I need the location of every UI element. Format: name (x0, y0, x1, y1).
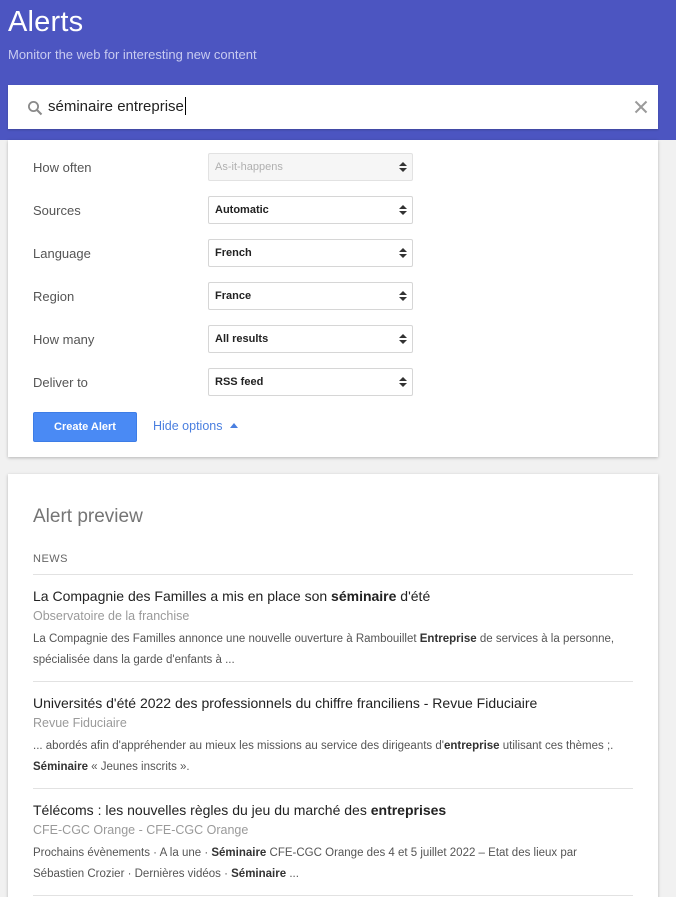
snippet-line: Séminaire « Jeunes inscrits ». (33, 757, 638, 778)
preview-title: Alert preview (33, 506, 143, 527)
divider (33, 788, 633, 789)
divider (33, 574, 633, 575)
text-run: La Compagnie des Familles a mis en place… (33, 588, 332, 604)
app-subtitle: Monitor the web for interesting new cont… (8, 47, 257, 62)
hide-options-label: Hide options (153, 419, 223, 433)
select-arrows-icon (399, 377, 407, 387)
highlight-term: Séminaire (33, 761, 88, 773)
result-item: Télécoms : les nouvelles règles du jeu d… (33, 802, 638, 885)
text-caret (184, 96, 186, 115)
create-alert-button[interactable]: Create Alert (33, 412, 137, 442)
how-often-value: As-it-happens (215, 161, 283, 173)
result-source: CFE-CGC Orange - CFE-CGC Orange (33, 823, 249, 837)
snippet-line: Prochains évènements · A la une · Sémina… (33, 843, 638, 864)
search-icon (28, 101, 43, 116)
snippet-line: Sébastien Crozier · Dernières vidéos · S… (33, 864, 638, 885)
text-run: « Jeunes inscrits ». (87, 761, 190, 773)
select-arrows-icon (399, 205, 407, 215)
text-run: Prochains évènements · A la une · (33, 847, 212, 859)
result-snippet: La Compagnie des Familles annonce une no… (33, 629, 638, 671)
deliver-to-value: RSS feed (215, 376, 264, 388)
result-source: Observatoire de la franchise (33, 609, 190, 623)
how-many-label: How many (33, 332, 95, 347)
select-arrows-icon (399, 291, 407, 301)
deliver-to-select[interactable]: RSS feed (208, 368, 413, 396)
deliver-to-label: Deliver to (33, 375, 88, 390)
language-value: French (215, 247, 252, 259)
alert-options-panel: How often As-it-happens Sources Automati… (8, 140, 658, 457)
sources-value: Automatic (215, 204, 269, 216)
close-icon[interactable] (634, 100, 648, 114)
highlight-term: Séminaire (211, 847, 267, 859)
divider (33, 681, 633, 682)
text-run: ... abordés afin d'appréhender au mieux … (33, 740, 444, 752)
highlight-term: séminaire (331, 588, 397, 604)
region-label: Region (33, 289, 75, 304)
result-title[interactable]: Télécoms : les nouvelles règles du jeu d… (33, 802, 638, 818)
result-item: La Compagnie des Familles a mis en place… (33, 588, 638, 671)
section-label-news: NEWS (33, 553, 68, 565)
search-input[interactable]: séminaire entreprise (48, 96, 186, 115)
text-run: utilisant ces thèmes ;. (499, 740, 614, 752)
highlight-term: entreprise (443, 740, 500, 752)
snippet-line: spécialisée dans la garde d'enfants à ..… (33, 650, 638, 671)
snippet-line: ... abordés afin d'appréhender au mieux … (33, 736, 638, 757)
region-value: France (215, 290, 252, 302)
highlight-term: Entreprise (419, 633, 477, 645)
region-select[interactable]: France (208, 282, 413, 310)
result-title[interactable]: Universités d'été 2022 des professionnel… (33, 695, 638, 711)
search-value: séminaire entreprise (48, 98, 184, 115)
highlight-term: Séminaire (231, 868, 287, 880)
result-snippet: Prochains évènements · A la une · Sémina… (33, 843, 638, 885)
highlight-term: entreprises (370, 802, 447, 818)
divider (33, 895, 633, 896)
text-run: spécialisée dans la garde d'enfants à ..… (33, 654, 235, 666)
text-run: La Compagnie des Familles annonce une no… (33, 633, 420, 645)
text-run: Télécoms : les nouvelles règles du jeu d… (33, 802, 371, 818)
search-box[interactable]: séminaire entreprise (8, 85, 658, 129)
alert-preview-panel: Alert preview NEWS La Compagnie des Fami… (8, 474, 658, 897)
how-many-select[interactable]: All results (208, 325, 413, 353)
result-snippet: ... abordés afin d'appréhender au mieux … (33, 736, 638, 778)
how-often-label: How often (33, 160, 92, 175)
text-run: d'été (396, 588, 431, 604)
text-run: Universités d'été 2022 des professionnel… (33, 695, 538, 711)
app-title: Alerts (8, 6, 84, 38)
text-run: Sébastien Crozier · Dernières vidéos · (33, 868, 232, 880)
language-label: Language (33, 246, 91, 261)
language-select[interactable]: French (208, 239, 413, 267)
result-source: Revue Fiduciaire (33, 716, 127, 730)
caret-up-icon (229, 423, 238, 429)
sources-label: Sources (33, 203, 81, 218)
text-run: de services à la personne, (476, 633, 615, 645)
snippet-line: La Compagnie des Familles annonce une no… (33, 629, 638, 650)
text-run: ... (286, 868, 299, 880)
text-run: CFE-CGC Orange des 4 et 5 juillet 2022 –… (266, 847, 578, 859)
result-item: Universités d'été 2022 des professionnel… (33, 695, 638, 778)
how-many-value: All results (215, 333, 269, 345)
result-title[interactable]: La Compagnie des Familles a mis en place… (33, 588, 638, 604)
hide-options-link[interactable]: Hide options (153, 419, 238, 433)
sources-select[interactable]: Automatic (208, 196, 413, 224)
select-arrows-icon (399, 248, 407, 258)
select-arrows-icon (399, 334, 407, 344)
select-arrows-icon (399, 162, 407, 172)
header: Alerts Monitor the web for interesting n… (0, 0, 676, 140)
how-often-select: As-it-happens (208, 153, 413, 181)
